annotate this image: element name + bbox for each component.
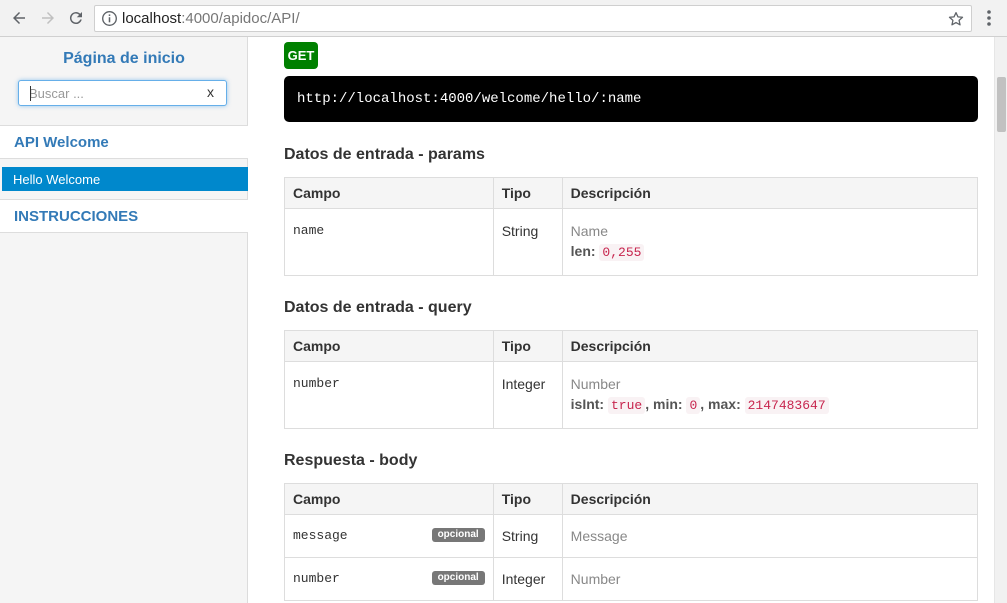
constraint-label: isInt: bbox=[570, 396, 605, 412]
table-row: number opcional Integer Number bbox=[284, 557, 979, 601]
optional-badge: opcional bbox=[431, 571, 485, 585]
description-text: Message bbox=[570, 528, 628, 544]
field-name-cell: number opcional bbox=[284, 557, 494, 601]
nav-group-label: API Welcome bbox=[14, 134, 109, 151]
header-descripcion: Descripción bbox=[561, 177, 979, 209]
header-campo: Campo bbox=[284, 483, 494, 515]
header-descripcion: Descripción bbox=[561, 483, 979, 515]
home-link[interactable]: Página de inicio bbox=[0, 50, 248, 68]
constraint-label: max: bbox=[708, 396, 741, 412]
constraint-separator: , bbox=[700, 396, 705, 412]
field-description: Number bbox=[561, 557, 979, 601]
constraint-value: 0 bbox=[686, 397, 701, 414]
header-campo: Campo bbox=[284, 330, 494, 362]
field-type: String bbox=[492, 208, 563, 276]
description-text: Number bbox=[570, 571, 621, 587]
description-constraints: len: 0,255 bbox=[570, 243, 969, 261]
description-constraints: isInt: true, min: 0, max: 2147483647 bbox=[570, 396, 969, 414]
field-name: message bbox=[293, 528, 348, 543]
forward-icon[interactable] bbox=[36, 6, 60, 30]
field-description: Number isInt: true, min: 0, max: 2147483… bbox=[561, 361, 979, 429]
endpoint-url-box: http://localhost:4000/welcome/hello/:nam… bbox=[284, 76, 978, 122]
field-description: Message bbox=[561, 514, 979, 558]
nav-group-label: INSTRUCCIONES bbox=[14, 208, 139, 225]
table-row: name String Name len: 0,255 bbox=[284, 208, 979, 276]
optional-badge: opcional bbox=[431, 528, 485, 542]
header-descripcion: Descripción bbox=[561, 330, 979, 362]
field-name-cell: message opcional bbox=[284, 514, 494, 558]
table-row: number Integer Number isInt: true, min: … bbox=[284, 361, 979, 429]
search-clear-button[interactable]: x bbox=[207, 84, 214, 100]
address-bar[interactable]: localhost:4000/apidoc/API/ bbox=[94, 5, 972, 32]
table-row: message opcional String Message bbox=[284, 514, 979, 558]
field-name: number bbox=[293, 571, 340, 586]
constraint-value: 2147483647 bbox=[744, 397, 829, 414]
text-caret bbox=[30, 86, 31, 101]
search-input[interactable] bbox=[29, 85, 189, 102]
url-host: localhost bbox=[122, 10, 182, 27]
sidebar: Página de inicio x API Welcome Hello Wel… bbox=[0, 37, 248, 603]
field-name: name bbox=[284, 208, 494, 276]
body-table: Campo Tipo Descripción message opcional … bbox=[284, 483, 979, 601]
bookmark-star-icon[interactable] bbox=[947, 10, 965, 28]
vertical-scrollbar[interactable] bbox=[994, 37, 1007, 603]
back-icon[interactable] bbox=[7, 6, 31, 30]
field-type: Integer bbox=[492, 557, 563, 601]
reload-icon[interactable] bbox=[64, 6, 88, 30]
scrollbar-thumb[interactable] bbox=[997, 77, 1006, 132]
description-text: Number bbox=[570, 376, 621, 392]
field-type: String bbox=[492, 514, 563, 558]
nav-group-instrucciones[interactable]: INSTRUCCIONES bbox=[0, 199, 248, 233]
constraint-separator: , bbox=[645, 396, 650, 412]
header-tipo: Tipo bbox=[492, 483, 563, 515]
constraint-value: 0,255 bbox=[599, 244, 645, 261]
url-path: :4000/apidoc/API/ bbox=[181, 10, 300, 27]
browser-toolbar: localhost:4000/apidoc/API/ bbox=[0, 0, 1007, 37]
section-title-query: Datos de entrada - query bbox=[284, 299, 472, 316]
method-badge: GET bbox=[284, 42, 318, 69]
section-title-params: Datos de entrada - params bbox=[284, 146, 485, 163]
query-table: Campo Tipo Descripción number Integer Nu… bbox=[284, 330, 979, 429]
constraint-label: min: bbox=[653, 396, 683, 412]
params-table: Campo Tipo Descripción name String Name … bbox=[284, 177, 979, 276]
address-url: localhost:4000/apidoc/API/ bbox=[122, 9, 300, 29]
header-campo: Campo bbox=[284, 177, 494, 209]
table-header-row: Campo Tipo Descripción bbox=[284, 177, 979, 209]
table-header-row: Campo Tipo Descripción bbox=[284, 483, 979, 515]
field-type: Integer bbox=[492, 361, 563, 429]
nav-item-label: Hello Welcome bbox=[13, 172, 101, 187]
endpoint-url: http://localhost:4000/welcome/hello/:nam… bbox=[297, 91, 642, 107]
header-tipo: Tipo bbox=[492, 330, 563, 362]
table-header-row: Campo Tipo Descripción bbox=[284, 330, 979, 362]
nav-item-hello-welcome[interactable]: Hello Welcome bbox=[2, 167, 248, 191]
nav-group-api-welcome[interactable]: API Welcome bbox=[0, 125, 248, 159]
description-text: Name bbox=[570, 223, 608, 239]
browser-menu-icon[interactable] bbox=[980, 8, 998, 28]
search-box: x bbox=[18, 80, 227, 106]
section-title-body: Respuesta - body bbox=[284, 452, 418, 469]
field-name: number bbox=[284, 361, 494, 429]
main-content: GET http://localhost:4000/welcome/hello/… bbox=[249, 37, 994, 603]
info-icon[interactable] bbox=[101, 10, 118, 27]
constraint-label: len: bbox=[570, 243, 596, 259]
header-tipo: Tipo bbox=[492, 177, 563, 209]
constraint-value: true bbox=[608, 397, 646, 414]
field-description: Name len: 0,255 bbox=[561, 208, 979, 276]
